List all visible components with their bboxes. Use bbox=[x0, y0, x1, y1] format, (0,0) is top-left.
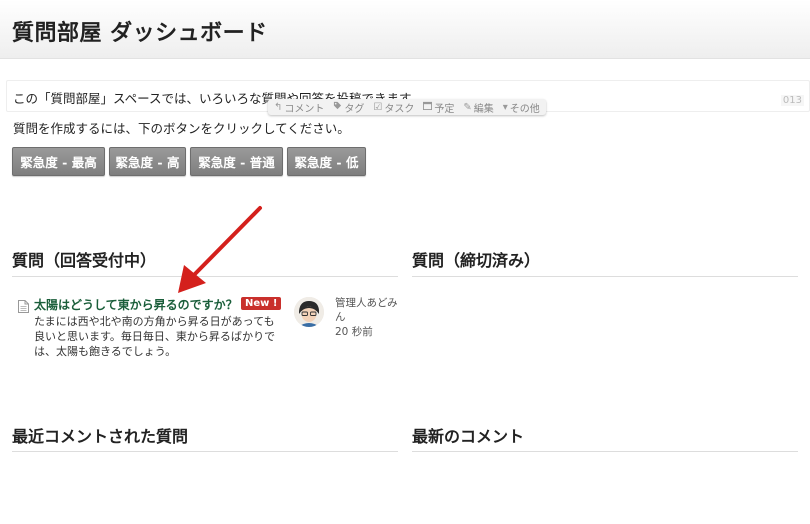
toolbar-event[interactable]: 予定 bbox=[423, 100, 454, 115]
urgency-highest-button[interactable]: 緊急度 - 最高 bbox=[12, 147, 105, 176]
toolbar-tag[interactable]: タグ bbox=[333, 100, 364, 115]
urgency-button-row: 緊急度 - 最高 緊急度 - 高 緊急度 - 普通 緊急度 - 低 bbox=[12, 147, 370, 176]
page-title: 質問部屋 ダッシュボード bbox=[12, 21, 268, 46]
avatar[interactable] bbox=[294, 297, 324, 327]
closed-questions-divider bbox=[412, 276, 798, 277]
question-list-item: 太陽はどうして東から昇るのですか？ New ! たまには西や北や南の方角から昇る… bbox=[18, 296, 398, 366]
inline-edit-toolbar: ↰ コメント タグ ☑ タスク 予定 ✎ 編集 ▾ その他 bbox=[268, 99, 546, 115]
urgency-high-button[interactable]: 緊急度 - 高 bbox=[109, 147, 186, 176]
author-name[interactable]: 管理人あどみん bbox=[335, 296, 401, 324]
caret-down-icon: ▾ bbox=[502, 101, 508, 113]
toolbar-task-label: タスク bbox=[384, 103, 415, 115]
create-instruction: 質問を作成するには、下のボタンをクリックしてください。 bbox=[13, 121, 350, 136]
toolbar-more[interactable]: ▾ その他 bbox=[503, 100, 540, 115]
toolbar-task[interactable]: ☑ タスク bbox=[373, 100, 414, 115]
latest-comments-heading: 最新のコメント bbox=[412, 427, 525, 446]
toolbar-comment[interactable]: ↰ コメント bbox=[274, 100, 324, 115]
tag-icon bbox=[333, 101, 342, 113]
calendar-icon bbox=[423, 101, 433, 113]
toolbar-tag-label: タグ bbox=[344, 103, 365, 115]
closed-questions-heading: 質問（締切済み） bbox=[412, 251, 541, 270]
document-icon bbox=[18, 298, 29, 313]
latest-comments-divider bbox=[412, 451, 798, 452]
toolbar-edit[interactable]: ✎ 編集 bbox=[463, 100, 493, 115]
question-excerpt: たまには西や北や南の方角から昇る日があっても良いと思います。毎日毎日、東から昇る… bbox=[34, 315, 276, 358]
recent-commented-heading: 最近コメントされた質問 bbox=[12, 427, 189, 446]
red-arrow-annotation bbox=[178, 206, 262, 293]
posted-time: 20 秒前 bbox=[335, 326, 373, 338]
checkbox-icon: ☑ bbox=[373, 101, 383, 113]
reply-icon: ↰ bbox=[274, 101, 283, 113]
toolbar-edit-label: 編集 bbox=[473, 103, 494, 115]
line-number: 013 bbox=[780, 95, 804, 106]
open-questions-heading: 質問（回答受付中） bbox=[12, 251, 157, 270]
toolbar-comment-label: コメント bbox=[284, 103, 325, 115]
urgency-low-button[interactable]: 緊急度 - 低 bbox=[287, 147, 366, 176]
recent-commented-divider bbox=[12, 451, 398, 452]
toolbar-more-label: その他 bbox=[509, 103, 540, 115]
toolbar-event-label: 予定 bbox=[434, 103, 455, 115]
urgency-normal-button[interactable]: 緊急度 - 普通 bbox=[190, 147, 283, 176]
pencil-icon: ✎ bbox=[463, 101, 472, 113]
page-header: 質問部屋 ダッシュボード bbox=[0, 0, 810, 59]
